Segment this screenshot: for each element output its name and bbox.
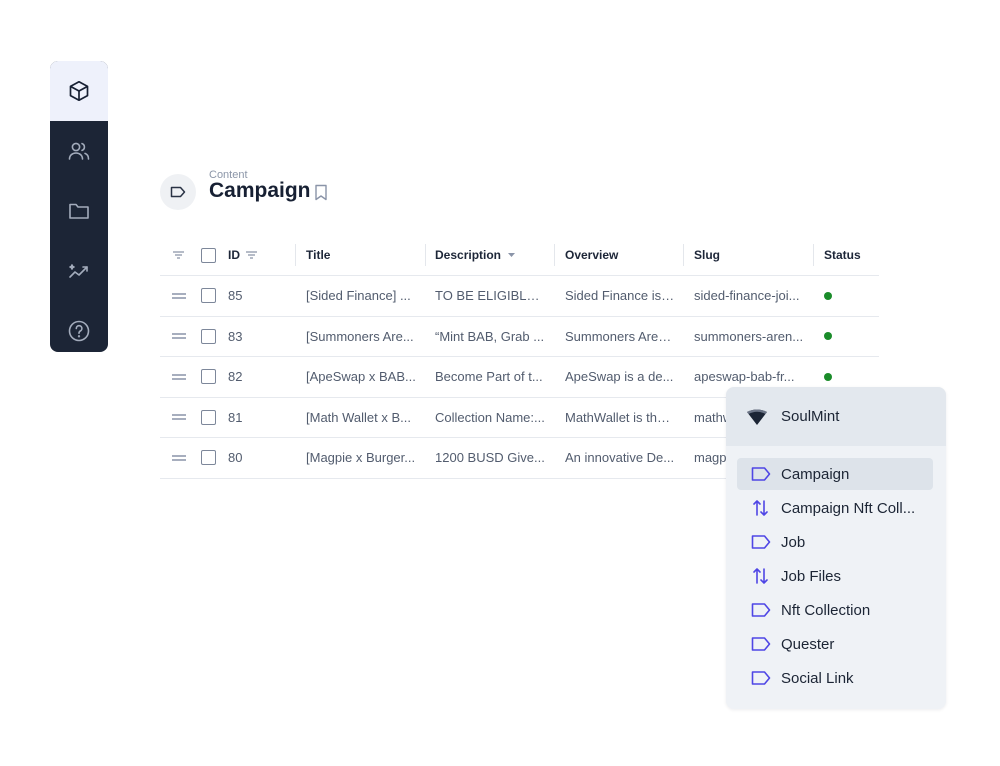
column-header-description-label: Description [435, 248, 502, 262]
cube-icon [69, 80, 89, 102]
tag-icon [751, 671, 771, 685]
folder-icon [69, 203, 89, 219]
menu-item-label: Job Files [781, 568, 842, 585]
menu-item-social-link[interactable]: Social Link [737, 662, 933, 694]
drag-handle-icon[interactable] [172, 317, 188, 357]
cell-id: 85 [228, 288, 243, 304]
menu-item-job-files[interactable]: Job Files [737, 560, 933, 592]
cell-overview: ApeSwap is a de... [565, 369, 674, 385]
tag-icon [751, 637, 771, 651]
sort-icon[interactable] [172, 235, 188, 275]
help-icon [68, 320, 90, 342]
table-row[interactable]: 85 [Sided Finance] ... TO BE ELIGIBLE, .… [160, 276, 879, 317]
menu-item-campaign[interactable]: Campaign [737, 458, 933, 490]
sort-icon[interactable] [245, 250, 258, 260]
sidebar-item-content[interactable] [50, 61, 108, 121]
column-header-title[interactable]: Title [306, 235, 416, 275]
status-dot [824, 372, 832, 381]
row-checkbox[interactable] [201, 328, 216, 344]
menu-item-label: Campaign Nft Coll... [781, 500, 916, 517]
column-header-overview[interactable]: Overview [565, 235, 675, 275]
cell-overview: Summoners Aren... [565, 328, 675, 344]
drag-handle-icon[interactable] [172, 357, 188, 397]
cell-description: Become Part of t... [435, 369, 543, 385]
tag-icon [170, 186, 186, 198]
sidebar-item-help[interactable] [50, 301, 108, 352]
cell-slug: sided-finance-joi... [694, 288, 800, 304]
tag-icon [751, 535, 771, 549]
cell-title: [ApeSwap x BAB... [306, 369, 416, 385]
column-divider[interactable] [683, 244, 684, 266]
cell-title: [Sided Finance] ... [306, 288, 411, 304]
column-header-description[interactable]: Description [435, 235, 545, 275]
cell-description: “Mint BAB, Grab ... [435, 328, 545, 344]
cell-slug: apeswap-bab-fr... [694, 369, 795, 385]
cell-title: [Math Wallet x B... [306, 409, 411, 425]
column-divider[interactable] [295, 244, 296, 266]
cell-description: Collection Name:... [435, 409, 545, 425]
cell-description: 1200 BUSD Give... [435, 450, 545, 466]
cell-description: TO BE ELIGIBLE, ... [435, 288, 545, 304]
project-header[interactable]: SoulMint [726, 387, 946, 446]
menu-item-label: Job [781, 534, 806, 551]
menu-item-job[interactable]: Job [737, 526, 933, 558]
menu-item-label: Campaign [781, 466, 850, 483]
column-header-id-label: ID [228, 248, 240, 262]
analytics-icon [69, 264, 88, 278]
relation-icon [753, 568, 768, 584]
status-dot [824, 291, 832, 300]
menu-item-label: Social Link [781, 670, 854, 687]
chevron-down-icon[interactable] [508, 253, 516, 257]
cell-id: 82 [228, 369, 243, 385]
page-title: Campaign [209, 179, 311, 202]
menu-item-label: Quester [781, 636, 835, 653]
cell-overview: Sided Finance is ... [565, 288, 675, 304]
menu-item-quester[interactable]: Quester [737, 628, 933, 660]
column-header-id[interactable]: ID [228, 235, 288, 275]
column-header-status[interactable]: Status [824, 235, 884, 275]
project-name: SoulMint [781, 408, 840, 425]
bookmark-icon[interactable] [314, 184, 328, 201]
cell-title: [Summoners Are... [306, 328, 414, 344]
status-dot [824, 332, 832, 341]
row-checkbox[interactable] [201, 369, 216, 385]
cell-overview: An innovative De... [565, 450, 675, 466]
table-row[interactable]: 83 [Summoners Are... “Mint BAB, Grab ...… [160, 317, 879, 357]
select-all-checkbox[interactable] [201, 247, 216, 263]
drag-handle-icon[interactable] [172, 438, 188, 478]
collection-icon-badge [160, 174, 196, 210]
cell-id: 81 [228, 409, 243, 425]
sidebar-item-files[interactable] [50, 181, 108, 241]
sidebar-item-insights[interactable] [50, 241, 108, 301]
column-header-slug[interactable]: Slug [694, 235, 806, 275]
drag-handle-icon[interactable] [172, 398, 188, 438]
row-checkbox[interactable] [201, 409, 216, 425]
drag-handle-icon[interactable] [172, 276, 188, 316]
menu-item-campaign-nft-coll[interactable]: Campaign Nft Coll... [737, 492, 933, 524]
column-divider[interactable] [554, 244, 555, 266]
cell-title: [Magpie x Burger... [306, 450, 416, 466]
cell-id: 80 [228, 450, 243, 466]
row-checkbox[interactable] [201, 288, 216, 304]
project-logo-icon [747, 409, 767, 425]
menu-item-nft-collection[interactable]: Nft Collection [737, 594, 933, 626]
tag-icon [751, 603, 771, 617]
sidebar [50, 61, 108, 352]
users-icon [68, 142, 90, 160]
column-divider[interactable] [425, 244, 426, 266]
tag-icon [751, 467, 771, 481]
cell-id: 83 [228, 328, 243, 344]
relation-icon [753, 500, 768, 516]
sidebar-item-users[interactable] [50, 121, 108, 181]
menu-item-label: Nft Collection [781, 602, 871, 619]
column-divider[interactable] [813, 244, 814, 266]
collection-switcher-menu: SoulMint Campaign Campaign Nft Coll... Job… [726, 387, 946, 709]
row-checkbox[interactable] [201, 450, 216, 466]
cell-overview: MathWallet is the... [565, 409, 675, 425]
cell-slug: summoners-aren... [694, 328, 804, 344]
table-header-row: ID Title Description Overview Slug Statu… [160, 235, 879, 276]
